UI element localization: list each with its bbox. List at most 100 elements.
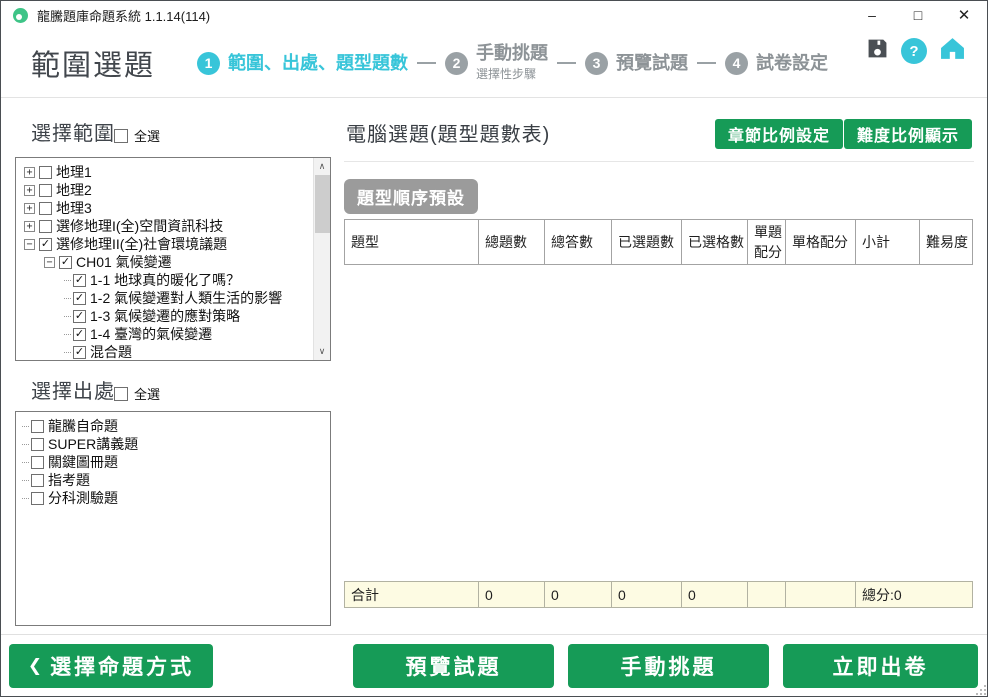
- step-3: 3 預覽試題: [585, 52, 688, 75]
- checkbox[interactable]: [73, 346, 86, 359]
- total-score: 總分:0: [856, 582, 973, 608]
- tree-item[interactable]: 1-4 臺灣的氣候變遷: [22, 325, 330, 343]
- save-icon[interactable]: [867, 38, 888, 64]
- bottom-action-bar: ❮ 選擇命題方式 預覽試題 手動挑題 立即出卷: [1, 634, 987, 696]
- checkbox[interactable]: [31, 492, 44, 505]
- expand-icon[interactable]: +: [24, 185, 35, 196]
- home-icon[interactable]: [940, 37, 965, 65]
- checkbox[interactable]: [73, 310, 86, 323]
- col-subtotal: 小計: [856, 220, 920, 265]
- expand-icon[interactable]: +: [24, 221, 35, 232]
- scrollbar[interactable]: ∧ ∨: [313, 158, 330, 360]
- scroll-up-icon[interactable]: ∧: [314, 158, 330, 175]
- total-questions-value: 0: [479, 582, 545, 608]
- total-answers-value: 0: [545, 582, 612, 608]
- generate-paper-button[interactable]: 立即出卷: [783, 644, 978, 688]
- collapse-icon[interactable]: −: [24, 239, 35, 250]
- step-2: 2 手動挑題 選擇性步驟: [445, 43, 548, 84]
- tree-item[interactable]: + 地理1: [22, 163, 330, 181]
- tree-item[interactable]: +地理2: [22, 181, 330, 199]
- tree-item[interactable]: − 選修地理II(全)社會環境議題: [22, 235, 330, 253]
- checkbox[interactable]: [73, 292, 86, 305]
- manual-pick-button[interactable]: 手動挑題: [568, 644, 769, 688]
- minimize-button[interactable]: –: [849, 1, 895, 29]
- scrollbar-thumb[interactable]: [315, 175, 330, 233]
- list-item[interactable]: 分科測驗題: [22, 489, 330, 507]
- step-2-label: 手動挑題 選擇性步驟: [476, 43, 548, 84]
- list-item[interactable]: 指考題: [22, 471, 330, 489]
- expand-icon[interactable]: +: [24, 167, 35, 178]
- tree-item[interactable]: 混合題: [22, 343, 330, 361]
- tree-item[interactable]: +地理3: [22, 199, 330, 217]
- step-4: 4 試卷設定: [725, 52, 828, 75]
- list-item[interactable]: 龍騰自命題: [22, 417, 330, 435]
- preview-questions-button[interactable]: 預覽試題: [353, 644, 554, 688]
- chapter-ratio-button[interactable]: 章節比例設定: [715, 119, 843, 149]
- tree-item-label: CH01 氣候變遷: [76, 252, 172, 272]
- maximize-button[interactable]: □: [895, 1, 941, 29]
- step-1-badge: 1: [197, 52, 220, 75]
- col-question-type: 題型: [345, 220, 479, 265]
- checkbox[interactable]: [39, 220, 52, 233]
- scope-select-all-checkbox[interactable]: [114, 129, 128, 143]
- col-points-per-question: 單題配分: [748, 220, 786, 265]
- col-total-questions: 總題數: [479, 220, 545, 265]
- tree-item-label: 選修地理II(全)社會環境議題: [56, 234, 227, 254]
- list-item[interactable]: 關鍵圖冊題: [22, 453, 330, 471]
- checkbox[interactable]: [39, 166, 52, 179]
- checkbox[interactable]: [31, 474, 44, 487]
- source-select-all[interactable]: 全選: [114, 384, 160, 403]
- checkbox[interactable]: [31, 420, 44, 433]
- close-button[interactable]: ✕: [941, 1, 987, 29]
- page-title: 範圍選題: [31, 42, 155, 84]
- scroll-down-icon[interactable]: ∨: [314, 343, 330, 360]
- tree-item[interactable]: 1-2 氣候變遷對人類生活的影響: [22, 289, 330, 307]
- checkbox[interactable]: [31, 438, 44, 451]
- list-item[interactable]: SUPER講義題: [22, 435, 330, 453]
- tree-item[interactable]: 1-1 地球真的暖化了嗎？: [22, 271, 330, 289]
- tree-item-label: 地理1: [56, 162, 92, 182]
- tree-connector: [64, 316, 71, 317]
- checkbox[interactable]: [31, 456, 44, 469]
- col-difficulty: 難易度: [920, 220, 973, 265]
- expand-icon[interactable]: +: [24, 203, 35, 214]
- tree-item-label: 混合題: [90, 342, 132, 361]
- checkbox[interactable]: [73, 328, 86, 341]
- totals-row-table: 合計 0 0 0 0 總分:0: [344, 581, 973, 608]
- app-logo-icon: [13, 8, 28, 23]
- points-per-cell-value: [786, 582, 856, 608]
- chevron-left-icon: ❮: [28, 656, 42, 676]
- tree-item-label: 1-3 氣候變遷的應對策略: [90, 306, 240, 326]
- checkbox[interactable]: [59, 256, 72, 269]
- col-selected-cells: 已選格數: [682, 220, 748, 265]
- question-order-preset-button[interactable]: 題型順序預設: [344, 179, 478, 214]
- step-indicator: 1 範圍、出處、題型題數 2 手動挑題 選擇性步驟 3 預覽試題 4 試卷設定: [197, 43, 828, 84]
- checkbox[interactable]: [39, 202, 52, 215]
- step-1-label: 範圍、出處、題型題數: [228, 53, 408, 73]
- app-title: 龍騰題庫命題系統 1.1.14(114): [37, 6, 210, 25]
- difficulty-ratio-button[interactable]: 難度比例顯示: [844, 119, 972, 149]
- tree-connector: [64, 334, 71, 335]
- tree-item[interactable]: − CH01 氣候變遷: [22, 253, 330, 271]
- scope-select-all[interactable]: 全選: [114, 126, 160, 145]
- tree-connector: [22, 462, 29, 463]
- tree-item[interactable]: 1-3 氣候變遷的應對策略: [22, 307, 330, 325]
- back-to-mode-button[interactable]: ❮ 選擇命題方式: [9, 644, 213, 688]
- collapse-icon[interactable]: −: [44, 257, 55, 268]
- source-list-box: 龍騰自命題 SUPER講義題 關鍵圖冊題 指考題 分科測驗題: [15, 411, 331, 626]
- list-item-label: 關鍵圖冊題: [48, 452, 118, 472]
- totals-label: 合計: [345, 582, 479, 608]
- checkbox[interactable]: [39, 184, 52, 197]
- step-3-badge: 3: [585, 52, 608, 75]
- checkbox[interactable]: [39, 238, 52, 251]
- list-item-label: 指考題: [48, 470, 90, 490]
- scope-tree: +地理1 +地理2 +地理3 +選修地理I(全)空間資訊科技 −選修地理II(全…: [16, 158, 330, 361]
- resize-grip[interactable]: [980, 689, 982, 691]
- tree-item[interactable]: +選修地理I(全)空間資訊科技: [22, 217, 330, 235]
- source-select-all-checkbox[interactable]: [114, 387, 128, 401]
- selected-cells-value: 0: [682, 582, 748, 608]
- help-icon[interactable]: ?: [901, 38, 927, 64]
- col-selected-questions: 已選題數: [612, 220, 682, 265]
- col-points-per-cell: 單格配分: [786, 220, 856, 265]
- checkbox[interactable]: [73, 274, 86, 287]
